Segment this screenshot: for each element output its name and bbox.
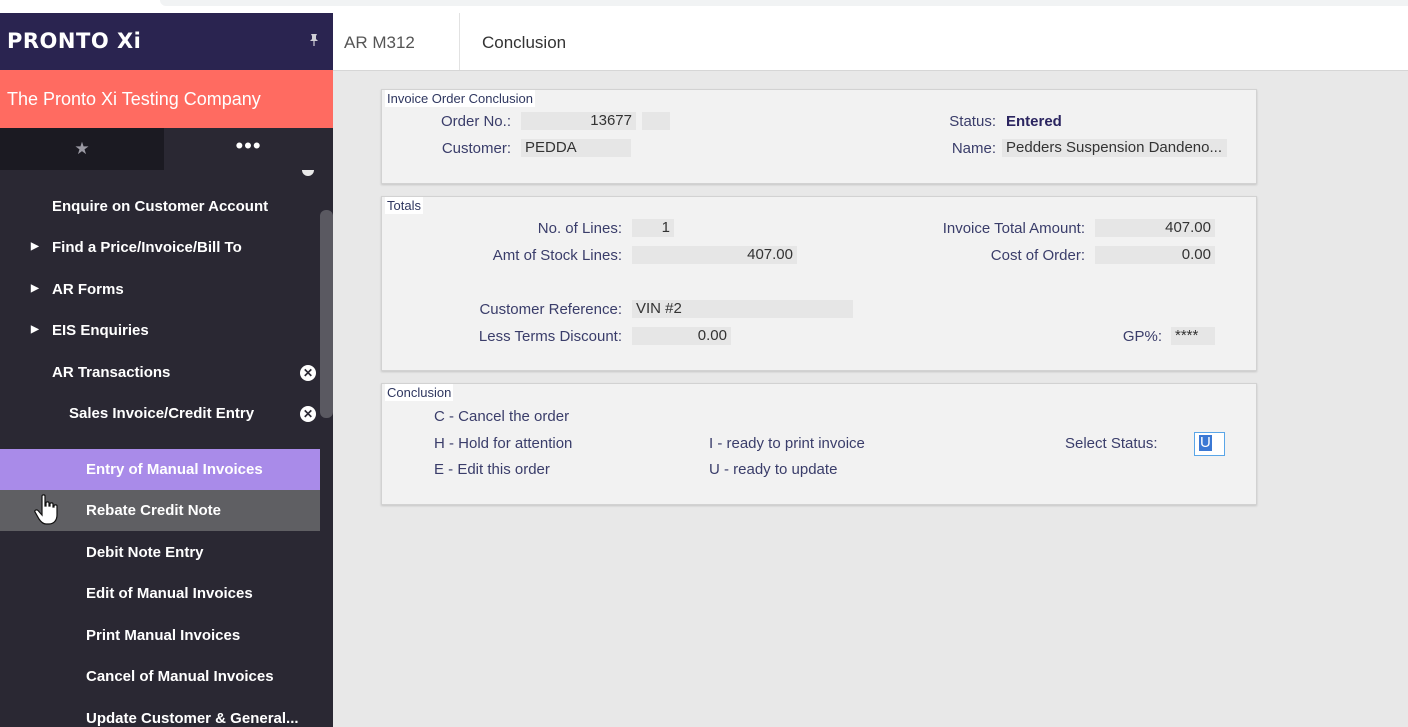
customer-reference-field: VIN #2 xyxy=(632,300,853,318)
sidebar-item-label: AR Transactions xyxy=(52,364,171,381)
sidebar-item-label: Rebate Credit Note xyxy=(86,502,222,519)
sidebar-item-label: Find a Price/Invoice/Bill To xyxy=(52,239,242,256)
page-title: Conclusion xyxy=(482,33,567,52)
name-field: Pedders Suspension Dandeno... xyxy=(1002,139,1227,157)
more-dots-icon: ••• xyxy=(235,133,262,158)
select-status-value: U xyxy=(1199,434,1212,451)
option-hold: H - Hold for attention xyxy=(434,435,573,452)
screen-code: AR M312 xyxy=(344,33,415,52)
sidebar-item-sales-invoice[interactable]: Sales Invoice/Credit Entry ✕ xyxy=(0,393,320,434)
hand-cursor-icon xyxy=(34,494,58,525)
amt-stock-lines-label: Amt of Stock Lines: xyxy=(492,247,622,264)
sidebar-item-eis-enquiries[interactable]: ▶ EIS Enquiries xyxy=(0,310,320,351)
cost-of-order-field: 0.00 xyxy=(1095,246,1215,264)
sidebar-scrollbar[interactable] xyxy=(320,210,333,727)
select-status-label: Select Status: xyxy=(1065,435,1158,452)
name-label: Name: xyxy=(951,140,996,157)
header-divider xyxy=(459,13,460,70)
invoice-total-label: Invoice Total Amount: xyxy=(942,220,1085,237)
option-update: U - ready to update xyxy=(709,461,838,478)
close-circle-icon[interactable]: ✕ xyxy=(300,365,316,381)
sidebar-item-ar-forms[interactable]: ▶ AR Forms xyxy=(0,269,320,310)
sidebar-item-label: EIS Enquiries xyxy=(52,322,149,339)
conclusion-panel: Conclusion C - Cancel the order H - Hold… xyxy=(381,383,1257,505)
amt-stock-lines-field: 407.00 xyxy=(632,246,797,264)
select-status-input[interactable]: U xyxy=(1194,432,1225,456)
panel-legend: Totals xyxy=(385,197,423,214)
sidebar-item-edit-manual-invoices[interactable]: Edit of Manual Invoices xyxy=(0,573,320,614)
gp-percent-field: **** xyxy=(1171,327,1215,345)
invoice-total-field: 407.00 xyxy=(1095,219,1215,237)
sidebar-item-print-manual-invoices[interactable]: Print Manual Invoices xyxy=(0,615,320,656)
scrollbar-thumb[interactable] xyxy=(320,210,333,418)
customer-field: PEDDA xyxy=(521,139,631,157)
totals-panel: Totals No. of Lines: 1 Amt of Stock Line… xyxy=(381,196,1257,371)
sidebar-item-cancel-manual-invoices[interactable]: Cancel of Manual Invoices xyxy=(0,656,320,697)
option-edit: E - Edit this order xyxy=(434,461,550,478)
more-tab[interactable]: ••• xyxy=(164,128,333,170)
sidebar-item-label: Entry of Manual Invoices xyxy=(86,461,263,478)
order-no-label: Order No.: xyxy=(440,113,511,130)
sidebar-item-entry-manual-invoices[interactable]: Entry of Manual Invoices xyxy=(0,449,320,490)
customer-label: Customer: xyxy=(441,140,511,157)
status-label: Status: xyxy=(949,113,996,130)
sidebar-item-label: AR Forms xyxy=(52,281,124,298)
invoice-order-conclusion-panel: Invoice Order Conclusion Order No.: 1367… xyxy=(381,89,1257,184)
favorites-tab[interactable]: ★ xyxy=(0,128,164,170)
sidebar-item-label: Edit of Manual Invoices xyxy=(86,585,253,602)
sidebar: PRONTO Xi The Pronto Xi Testing Company … xyxy=(0,13,333,727)
option-print: I - ready to print invoice xyxy=(709,435,865,452)
sidebar-item-label: Update Customer & General... xyxy=(86,710,299,727)
sidebar-item-label: Debit Note Entry xyxy=(86,544,204,561)
less-terms-discount-field: 0.00 xyxy=(632,327,731,345)
sidebar-item-label: Print Manual Invoices xyxy=(86,627,241,644)
sidebar-tabs: ★ ••• xyxy=(0,128,333,170)
address-bar[interactable] xyxy=(160,0,1408,6)
sidebar-item-debit-note[interactable]: Debit Note Entry xyxy=(0,532,320,573)
sidebar-item-update-customer[interactable]: Update Customer & General... xyxy=(0,698,320,727)
customer-reference-label: Customer Reference: xyxy=(479,301,622,318)
expand-arrow-icon[interactable]: ▶ xyxy=(31,241,39,252)
sidebar-menu: Enquire on Customer Account ▶ Find a Pri… xyxy=(0,170,320,727)
no-of-lines-field: 1 xyxy=(632,219,674,237)
cost-of-order-label: Cost of Order: xyxy=(990,247,1085,264)
gp-percent-label: GP%: xyxy=(1122,328,1162,345)
company-name: The Pronto Xi Testing Company xyxy=(7,89,261,109)
option-cancel: C - Cancel the order xyxy=(434,408,570,425)
status-value: Entered xyxy=(1006,113,1062,130)
panel-legend: Invoice Order Conclusion xyxy=(385,90,535,107)
star-icon: ★ xyxy=(74,139,90,158)
pin-icon[interactable] xyxy=(306,32,322,48)
sidebar-item-label: Cancel of Manual Invoices xyxy=(86,668,274,685)
close-circle-icon[interactable]: ✕ xyxy=(300,406,316,422)
company-banner[interactable]: The Pronto Xi Testing Company xyxy=(0,70,333,128)
panel-legend: Conclusion xyxy=(385,384,454,401)
less-terms-discount-label: Less Terms Discount: xyxy=(478,328,622,345)
sidebar-item-enquire-customer[interactable]: Enquire on Customer Account xyxy=(0,186,320,227)
screen-header: AR M312 Conclusion xyxy=(333,13,1408,71)
expand-arrow-icon[interactable]: ▶ xyxy=(31,324,39,335)
app-logo[interactable]: PRONTO Xi xyxy=(7,29,141,53)
sidebar-item-ar-transactions[interactable]: AR Transactions ✕ xyxy=(0,352,320,393)
no-of-lines-label: No. of Lines: xyxy=(537,220,622,237)
sidebar-item-label: Sales Invoice/Credit Entry xyxy=(69,405,255,422)
browser-top-strip xyxy=(0,0,1408,13)
order-no-field: 13677 xyxy=(521,112,636,130)
sidebar-item-label: Enquire on Customer Account xyxy=(52,198,269,215)
sidebar-item-find-price[interactable]: ▶ Find a Price/Invoice/Bill To xyxy=(0,227,320,268)
expand-arrow-icon[interactable]: ▶ xyxy=(31,283,39,294)
order-suffix-field xyxy=(642,112,670,130)
brand-bar: PRONTO Xi xyxy=(0,13,333,70)
